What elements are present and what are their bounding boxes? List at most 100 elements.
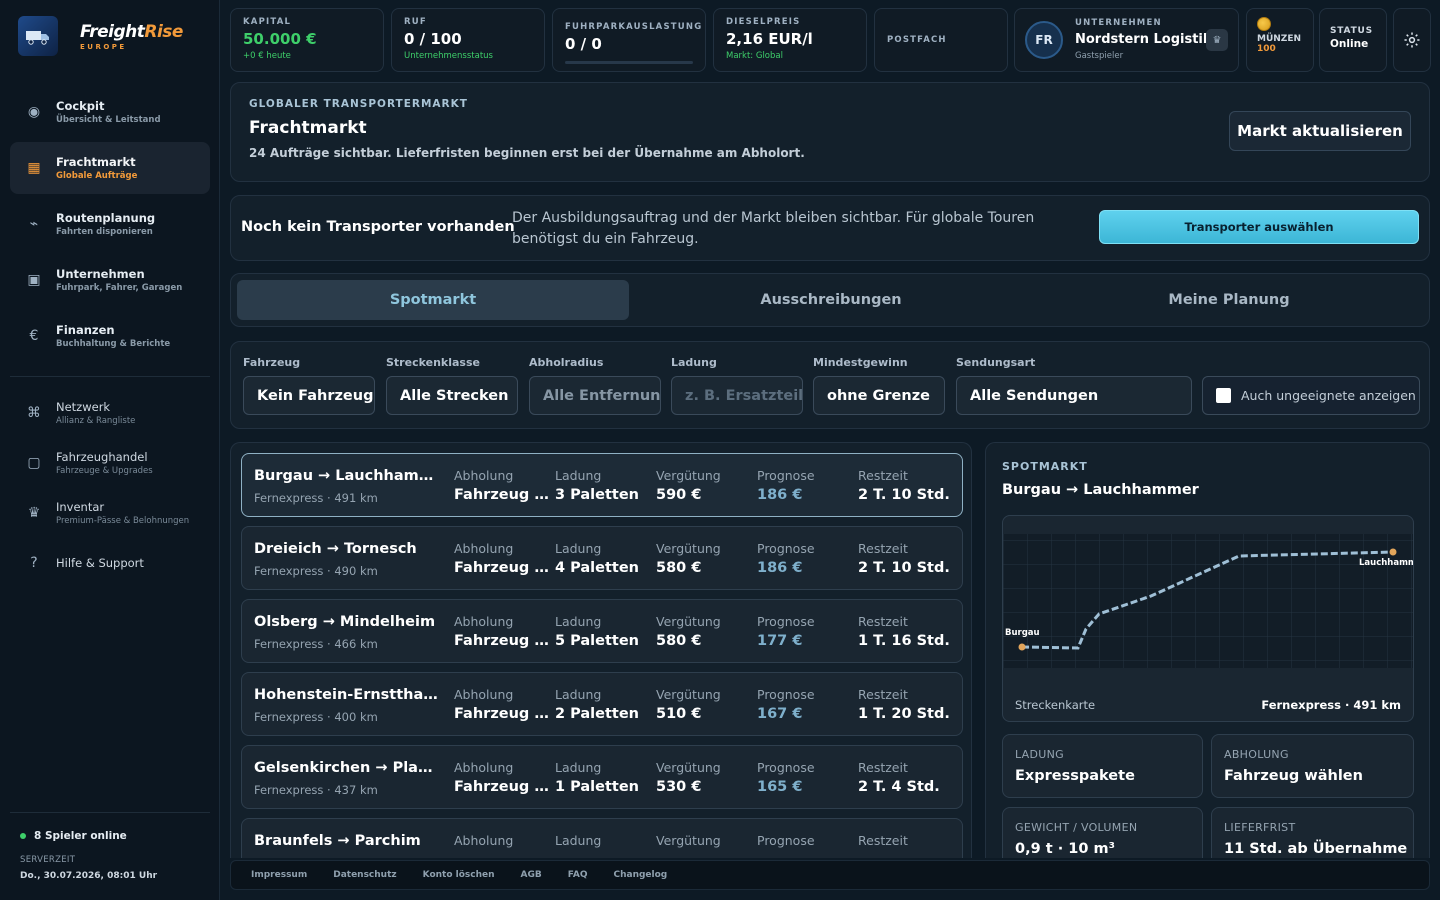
coins-button[interactable]: MÜNZEN 100 — [1246, 8, 1314, 72]
order-row[interactable]: Olsberg → Mindelheim Fernexpress · 466 k… — [241, 599, 963, 663]
stat-label: DIESELPREIS — [726, 17, 801, 27]
vehicle-select[interactable]: Kein Fahrzeug — [243, 376, 375, 415]
footer-link-konto-loeschen[interactable]: Konto löschen — [423, 870, 495, 880]
network-icon: ⌘ — [27, 405, 41, 421]
order-row[interactable]: Burgau → Lauchhammer Fernexpress · 491 k… — [241, 453, 963, 517]
sidebar-item-routenplanung[interactable]: ⌁ Routenplanung Fahrten disponieren — [10, 198, 210, 250]
sidebar-item-fahrzeughandel[interactable]: ▢ Fahrzeughandel Fahrzeuge & Upgrades — [10, 438, 210, 488]
sidebar-item-inventar[interactable]: ♛ Inventar Premium-Pässe & Belohnungen — [10, 488, 210, 538]
detail-card-pickup[interactable]: ABHOLUNG Fahrzeug wählen — [1211, 734, 1414, 798]
map-start-label: Burgau — [1005, 628, 1040, 638]
brand-name: FreightRise — [80, 21, 183, 42]
order-payment: 580 € — [656, 560, 702, 576]
sidebar-item-unternehmen[interactable]: ▣ Unternehmen Fuhrpark, Fahrer, Garagen — [10, 254, 210, 306]
footer-link-changelog[interactable]: Changelog — [613, 870, 667, 880]
premium-crown-icon[interactable]: ♛ — [1206, 29, 1228, 51]
order-meta: Fernexpress · 400 km — [254, 710, 378, 724]
order-row[interactable]: Dreieich → Tornesch Fernexpress · 490 km… — [241, 526, 963, 590]
col-label: Restzeit — [858, 541, 908, 556]
order-forecast: 186 € — [757, 560, 803, 576]
no-vehicle-notice: Noch kein Transporter vorhanden Der Ausb… — [230, 195, 1430, 261]
stat-label: RUF — [404, 17, 427, 27]
order-payment: 510 € — [656, 706, 702, 722]
status-value: Online — [1330, 38, 1369, 50]
col-label: Ladung — [555, 687, 602, 702]
footer-link-agb[interactable]: AGB — [521, 870, 542, 880]
order-time-left: 1 T. 20 Std. — [858, 706, 950, 722]
sidebar-item-frachtmarkt[interactable]: ▦ Frachtmarkt Globale Aufträge — [10, 142, 210, 194]
show-unsuitable-toggle[interactable]: Auch ungeeignete anzeigen — [1202, 376, 1420, 415]
order-meta: Fernexpress · 437 km — [254, 783, 378, 797]
settings-button[interactable] — [1393, 8, 1431, 72]
brand-logo[interactable]: FreightRise EUROPE — [0, 0, 220, 72]
order-payment: 530 € — [656, 779, 702, 795]
order-cargo: 5 Paletten — [555, 633, 639, 649]
sidebar-item-label: Finanzen — [56, 323, 115, 337]
filter-label: Fahrzeug — [243, 356, 301, 369]
min-profit-select[interactable]: ohne Grenze — [813, 376, 945, 415]
sidebar-item-label: Hilfe & Support — [56, 556, 144, 570]
fleet-utilization-bar — [565, 61, 693, 64]
company-name: Nordstern Logistik — [1075, 32, 1212, 47]
sidebar: FreightRise EUROPE ◉ Cockpit Übersicht & … — [0, 0, 220, 900]
col-label: Vergütung — [656, 614, 721, 629]
market-tabs: Spotmarkt Ausschreibungen Meine Planung — [230, 273, 1430, 327]
market-kicker: GLOBALER TRANSPORTERMARKT — [249, 98, 468, 110]
building-icon: ▣ — [27, 272, 41, 288]
col-label: Abholung — [454, 833, 514, 848]
footer-link-impressum[interactable]: Impressum — [251, 870, 307, 880]
order-meta: Fernexpress · 466 km — [254, 637, 378, 651]
stat-label: UNTERNEHMEN — [1075, 18, 1162, 28]
footer-link-faq[interactable]: FAQ — [568, 870, 588, 880]
sidebar-item-hilfe[interactable]: ? Hilfe & Support — [10, 540, 210, 586]
sidebar-item-sub: Übersicht & Leitstand — [56, 115, 161, 125]
col-label: Prognose — [757, 614, 815, 629]
sidebar-item-label: Unternehmen — [56, 267, 145, 281]
stat-kapital: KAPITAL 50.000 € +0 € heute — [230, 8, 384, 72]
route-map[interactable]: Burgau Lauchhammer Streckenkarte Fernexp… — [1002, 515, 1414, 722]
pickup-radius-select[interactable]: Alle Entfernungen — [529, 376, 661, 415]
order-cargo: 2 Paletten — [555, 706, 639, 722]
crown-icon: ♛ — [27, 505, 41, 521]
unsuitable-checkbox[interactable] — [1216, 388, 1231, 403]
order-payment: 580 € — [656, 633, 702, 649]
order-forecast: 165 € — [757, 779, 803, 795]
cargo-search-input[interactable]: z. B. Ersatzteile — [671, 376, 803, 415]
coins-label: MÜNZEN — [1257, 34, 1302, 44]
tab-ausschreibungen[interactable]: Ausschreibungen — [635, 280, 1027, 320]
truck-logo-icon — [18, 16, 58, 56]
route-end-marker — [1389, 548, 1397, 556]
refresh-market-button[interactable]: Markt aktualisieren — [1229, 111, 1411, 151]
order-row[interactable]: Braunfels → Parchim Abholung Ladung Verg… — [241, 818, 963, 858]
sidebar-item-label: Inventar — [56, 500, 105, 514]
order-time-left: 1 T. 16 Std. — [858, 633, 950, 649]
page-title: Frachtmarkt — [249, 118, 367, 138]
select-transporter-button[interactable]: Transporter auswählen — [1099, 210, 1419, 244]
route-class-select[interactable]: Alle Strecken — [386, 376, 518, 415]
order-route: Hohenstein-Ernstthal … — [254, 687, 440, 703]
square-icon: ▢ — [27, 455, 41, 471]
filter-label: Streckenklasse — [386, 356, 480, 369]
footer-link-datenschutz[interactable]: Datenschutz — [333, 870, 396, 880]
company-card[interactable]: FR UNTERNEHMEN Nordstern Logistik Gastsp… — [1014, 8, 1239, 72]
order-time-left: 2 T. 10 Std. — [858, 560, 950, 576]
sidebar-item-netzwerk[interactable]: ⌘ Netzwerk Allianz & Rangliste — [10, 388, 210, 438]
tab-meine-planung[interactable]: Meine Planung — [1033, 280, 1425, 320]
sidebar-item-cockpit[interactable]: ◉ Cockpit Übersicht & Leitstand — [10, 86, 210, 138]
order-pickup: Fahrzeug … — [454, 779, 548, 795]
order-cargo: 3 Paletten — [555, 487, 639, 503]
sidebar-item-finanzen[interactable]: € Finanzen Buchhaltung & Berichte — [10, 310, 210, 362]
postfach-button[interactable]: POSTFACH — [874, 8, 1008, 72]
filter-label: Sendungsart — [956, 356, 1036, 369]
detail-kicker: SPOTMARKT — [1002, 460, 1088, 473]
col-label: Prognose — [757, 760, 815, 775]
status-badge[interactable]: STATUS Online — [1319, 8, 1387, 72]
shipment-type-select[interactable]: Alle Sendungen — [956, 376, 1192, 415]
order-row[interactable]: Hohenstein-Ernstthal … Fernexpress · 400… — [241, 672, 963, 736]
online-status: 8 Spieler online — [20, 830, 127, 842]
help-icon: ? — [30, 555, 38, 571]
col-label: Prognose — [757, 833, 815, 848]
order-row[interactable]: Gelsenkirchen → Plauen Fernexpress · 437… — [241, 745, 963, 809]
tab-spotmarkt[interactable]: Spotmarkt — [237, 280, 629, 320]
server-time-label: SERVERZEIT — [20, 855, 76, 865]
